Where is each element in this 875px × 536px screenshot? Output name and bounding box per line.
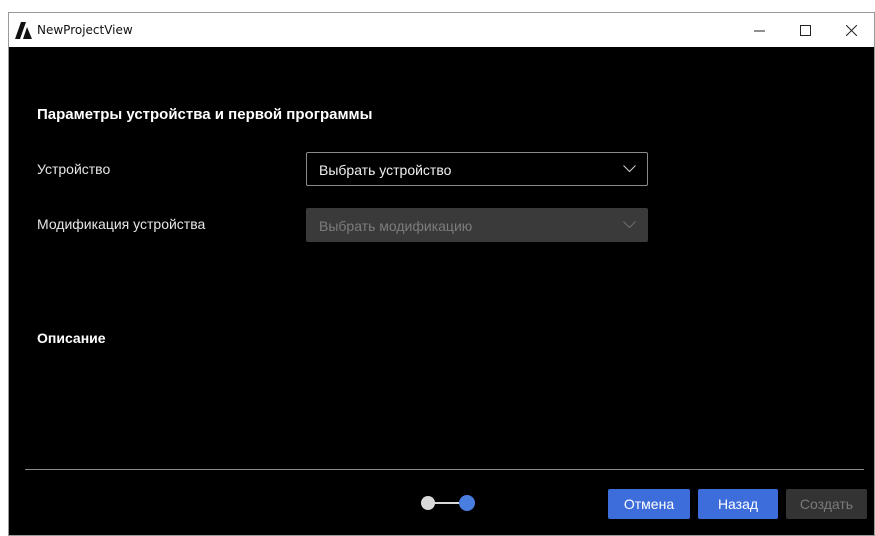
step-indicator [421, 494, 481, 514]
window-title: NewProjectView [37, 23, 133, 37]
footer-divider [25, 469, 864, 470]
maximize-button[interactable] [782, 13, 828, 47]
modification-select-value: Выбрать модификацию [319, 218, 473, 234]
modification-select: Выбрать модификацию [306, 208, 648, 242]
back-button[interactable]: Назад [698, 489, 778, 519]
description-title: Описание [37, 330, 106, 346]
create-button: Создать [786, 489, 867, 519]
new-project-window: NewProjectView Параметры устройства и пе… [8, 12, 875, 536]
chevron-down-icon [623, 165, 636, 173]
device-select[interactable]: Выбрать устройство [306, 152, 648, 186]
minimize-button[interactable] [736, 13, 782, 47]
step-1-dot [421, 496, 435, 510]
chevron-down-icon [623, 221, 636, 229]
section-title: Параметры устройства и первой программы [37, 106, 373, 123]
maximize-icon [799, 24, 811, 36]
cancel-button[interactable]: Отмена [608, 489, 690, 519]
dialog-content: Параметры устройства и первой программы … [9, 47, 874, 535]
modification-label: Модификация устройства [37, 216, 206, 232]
app-logo-icon [15, 22, 32, 39]
device-select-value: Выбрать устройство [319, 162, 452, 178]
device-label: Устройство [37, 161, 111, 177]
close-icon [845, 24, 857, 36]
step-2-dot-active [459, 495, 475, 511]
minimize-icon [753, 30, 765, 31]
step-connector [434, 502, 460, 504]
title-bar[interactable]: NewProjectView [9, 13, 874, 47]
close-button[interactable] [828, 13, 874, 47]
